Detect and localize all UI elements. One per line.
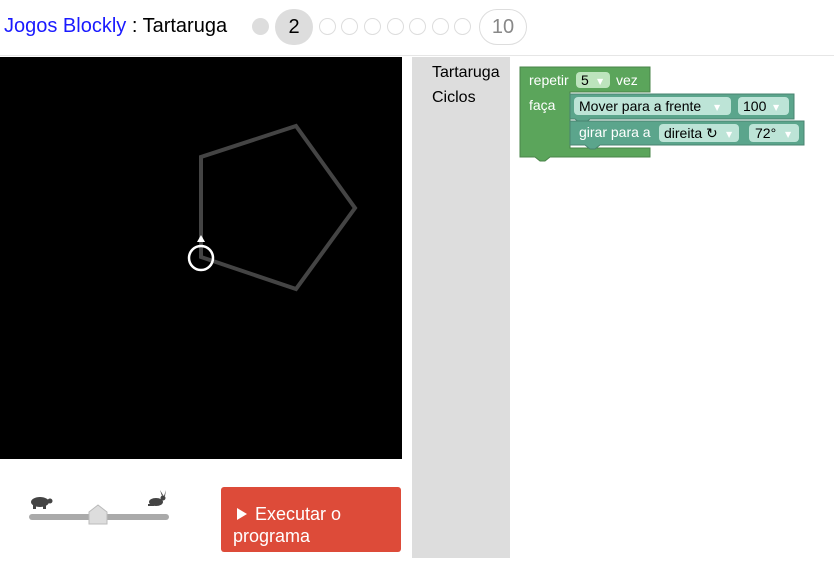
app-title-link[interactable]: Jogos Blockly [4,15,126,37]
turn-direction-value: direita ↻ [664,125,718,141]
move-distance-field[interactable]: 100 ▼ [738,97,789,115]
speed-knob[interactable] [88,504,108,525]
level-3-dot[interactable] [319,18,336,35]
level-5-dot[interactable] [364,18,381,35]
header: Jogos Blockly : Tartaruga 2 10 [0,0,834,56]
level-4-dot[interactable] [341,18,358,35]
repeat-suffix-label: vez [616,72,638,88]
move-label: Mover para a frente [579,98,701,114]
repeat-count-field[interactable]: 5 ▼ [576,72,610,88]
repeat-label: repetir [529,72,569,88]
rabbit-fast-icon [148,490,166,506]
play-icon [237,508,247,520]
level-current-indicator[interactable]: 2 [275,9,313,45]
turn-block[interactable]: girar para a direita ↻ ▼ 72° ▼ [569,120,805,150]
level-last-indicator[interactable]: 10 [479,9,527,45]
level-6-dot[interactable] [387,18,404,35]
blocks-workspace[interactable]: repetir 5 ▼ vez faça Mover para a frente… [510,57,834,558]
move-direction-field[interactable]: Mover para a frente ▼ [574,97,731,115]
dropdown-arrow-icon: ▼ [773,103,780,112]
workspace-gap [402,57,412,558]
level-9-dot[interactable] [454,18,471,35]
turn-angle-field[interactable]: 72° ▼ [749,124,799,142]
level-8-dot[interactable] [432,18,449,35]
dropdown-arrow-icon: ▼ [726,130,733,139]
move-forward-block[interactable]: Mover para a frente ▼ 100 ▼ [569,93,795,124]
repeat-count-value: 5 [581,72,589,88]
dropdown-arrow-icon: ▼ [714,103,721,112]
run-label-line1: Executar o [255,504,342,524]
turtle-canvas [0,57,402,459]
turn-label: girar para a [579,124,651,140]
do-label: faça [529,97,556,113]
level-1-dot[interactable] [252,18,269,35]
dropdown-arrow-icon: ▼ [785,130,792,139]
toolbox: Tartaruga Ciclos [412,57,510,558]
game-title: Tartaruga [142,15,228,37]
move-distance-value: 100 [743,98,767,114]
dropdown-arrow-icon: ▼ [597,77,604,86]
run-label-line2: programa [233,526,311,546]
level-7-dot[interactable] [409,18,426,35]
page-title: Jogos Blockly : Tartaruga [4,15,227,38]
speed-slider[interactable] [0,470,200,558]
toolbox-category-loops[interactable]: Ciclos [432,89,476,107]
turtle-heading-icon [197,235,205,242]
turtle-drawing [187,123,358,292]
turtle-slow-icon [31,497,53,509]
speed-slider-graphic[interactable] [0,470,200,558]
turn-direction-field[interactable]: direita ↻ ▼ [659,124,739,142]
title-separator: : [126,15,143,37]
turn-angle-value: 72° [755,125,776,141]
toolbox-category-turtle[interactable]: Tartaruga [432,64,500,82]
pentagon-path [199,123,358,292]
blocks-svg[interactable]: repetir 5 ▼ vez faça Mover para a frente… [510,57,834,558]
run-program-button[interactable]: Executar o programa [221,487,401,552]
